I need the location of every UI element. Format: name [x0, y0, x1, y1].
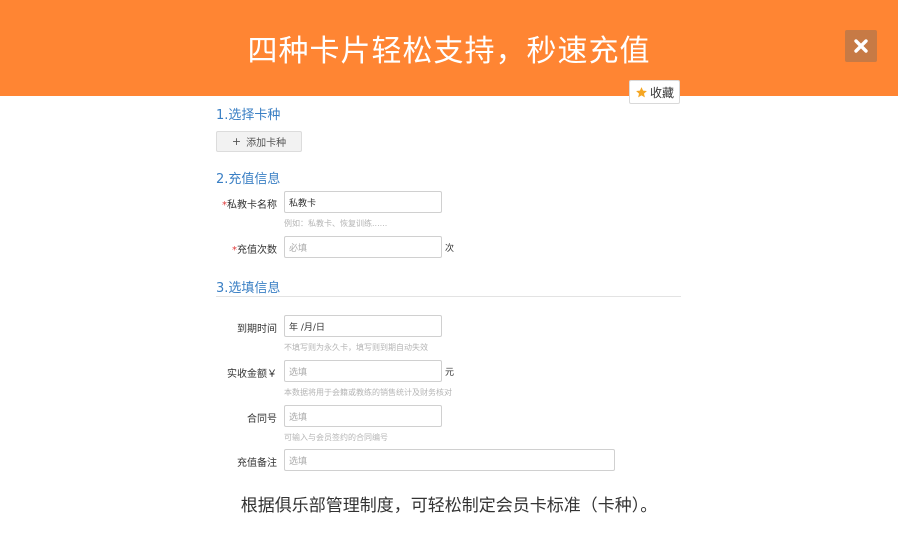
- amount-unit: 元: [445, 368, 455, 378]
- remark-input[interactable]: 选填: [284, 449, 615, 471]
- add-card-type-button[interactable]: + 添加卡种: [216, 131, 302, 152]
- amount-label: 实收金额￥: [227, 369, 277, 380]
- recharge-count-unit: 次: [445, 244, 455, 254]
- footer-caption: 根据俱乐部管理制度，可轻松制定会员卡标准（卡种）。: [240, 496, 658, 516]
- contract-label: 合同号: [247, 414, 277, 425]
- section-title-card-type: 1.选择卡种: [216, 108, 281, 123]
- section-divider: [216, 296, 681, 297]
- card-name-hint: 例如：私教卡、恢复训练......: [284, 219, 388, 228]
- contract-input[interactable]: 选填: [284, 405, 442, 427]
- section-title-optional-info: 3.选填信息: [216, 281, 281, 296]
- close-button[interactable]: [845, 30, 877, 62]
- card-name-input[interactable]: 私教卡: [284, 191, 442, 213]
- banner-title: 四种卡片轻松支持，秒速充值: [247, 34, 651, 69]
- expire-hint: 不填写则为永久卡，填写则到期自动失效: [284, 343, 428, 352]
- amount-input[interactable]: 选填: [284, 360, 442, 382]
- card-name-label: *私教卡名称: [222, 200, 277, 211]
- close-icon: [854, 39, 868, 53]
- remark-label: 充值备注: [237, 458, 277, 469]
- expire-label: 到期时间: [237, 324, 277, 335]
- favorite-label: 收藏: [649, 85, 674, 100]
- expire-date-input[interactable]: 年 /月/日: [284, 315, 442, 337]
- section-title-recharge-info: 2.充值信息: [216, 172, 281, 187]
- contract-hint: 可输入与会员签约的合同编号: [284, 433, 388, 442]
- recharge-count-input[interactable]: 必填: [284, 236, 442, 258]
- plus-icon: +: [231, 135, 242, 148]
- header-banner: 四种卡片轻松支持，秒速充值: [0, 0, 898, 96]
- add-card-type-label: 添加卡种: [246, 138, 287, 149]
- recharge-count-label: *充值次数: [232, 245, 277, 256]
- amount-hint: 本数据将用于会籍或教练的销售统计及财务核对: [284, 388, 452, 397]
- star-icon: [635, 86, 648, 99]
- favorite-button[interactable]: 收藏: [629, 80, 680, 104]
